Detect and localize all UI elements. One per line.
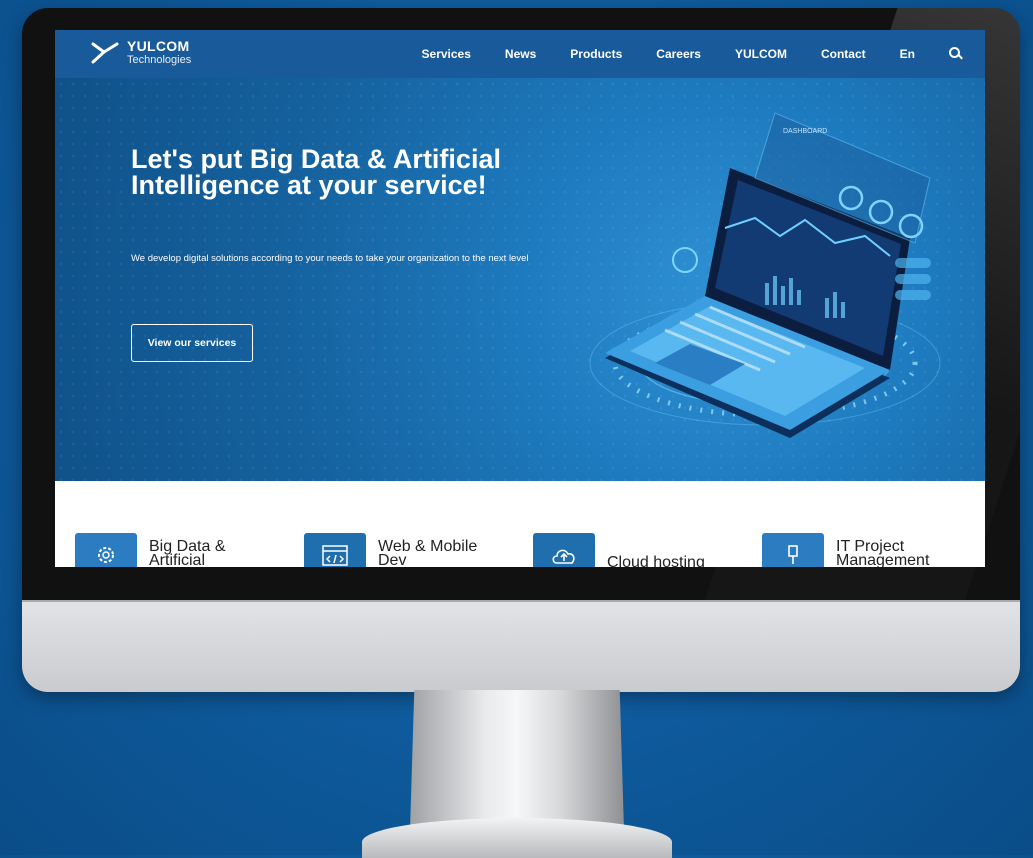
search-icon[interactable] [949, 47, 963, 61]
hero-subtitle: We develop digital solutions according t… [131, 253, 529, 264]
logo-text: YULCOM Technologies [127, 39, 191, 66]
brain-gear-icon [75, 533, 137, 567]
nav-careers[interactable]: Careers [656, 47, 701, 61]
yulcom-logo-icon [91, 42, 119, 64]
laptop-dashboard-illustration: DASHBOARD [589, 112, 941, 438]
nav-menu: Services News Products Careers YULCOM Co… [388, 30, 963, 78]
nav-news[interactable]: News [505, 47, 536, 61]
code-window-icon [304, 533, 366, 567]
nav-services[interactable]: Services [422, 47, 471, 61]
logo[interactable]: YULCOM Technologies [91, 38, 191, 66]
project-icon [762, 533, 824, 567]
monitor-stand-base [362, 818, 672, 858]
cloud-upload-icon [533, 533, 595, 567]
website-screen: YULCOM Technologies Services News Produc… [55, 30, 985, 567]
monitor-chin [22, 600, 1020, 692]
monitor-stand-neck [410, 690, 624, 830]
service-label: Cloud hosting [607, 554, 705, 568]
hero-banner: Let's put Big Data & Artificial Intellig… [55, 78, 985, 481]
dashboard-label: DASHBOARD [783, 128, 827, 135]
service-label: Big Data & Artificial [149, 538, 226, 568]
view-services-button[interactable]: View our services [131, 324, 253, 362]
nav-contact[interactable]: Contact [821, 47, 866, 61]
services-strip: Big Data & Artificial Web & Mobile Dev C… [55, 481, 985, 567]
service-cloud-hosting[interactable]: Cloud hosting [533, 533, 727, 567]
service-label: Web & Mobile Dev [378, 538, 478, 568]
service-web-mobile[interactable]: Web & Mobile Dev [304, 533, 498, 567]
top-navbar: YULCOM Technologies Services News Produc… [55, 30, 985, 78]
nav-products[interactable]: Products [570, 47, 622, 61]
language-switch[interactable]: En [900, 47, 915, 61]
logo-name: YULCOM [127, 37, 190, 54]
service-label: IT Project Management [836, 538, 930, 568]
logo-subtitle: Technologies [127, 53, 192, 66]
service-it-project[interactable]: IT Project Management [762, 533, 956, 567]
nav-yulcom[interactable]: YULCOM [735, 47, 787, 61]
hero-title: Let's put Big Data & Artificial Intellig… [131, 144, 501, 200]
service-big-data[interactable]: Big Data & Artificial [75, 533, 269, 567]
